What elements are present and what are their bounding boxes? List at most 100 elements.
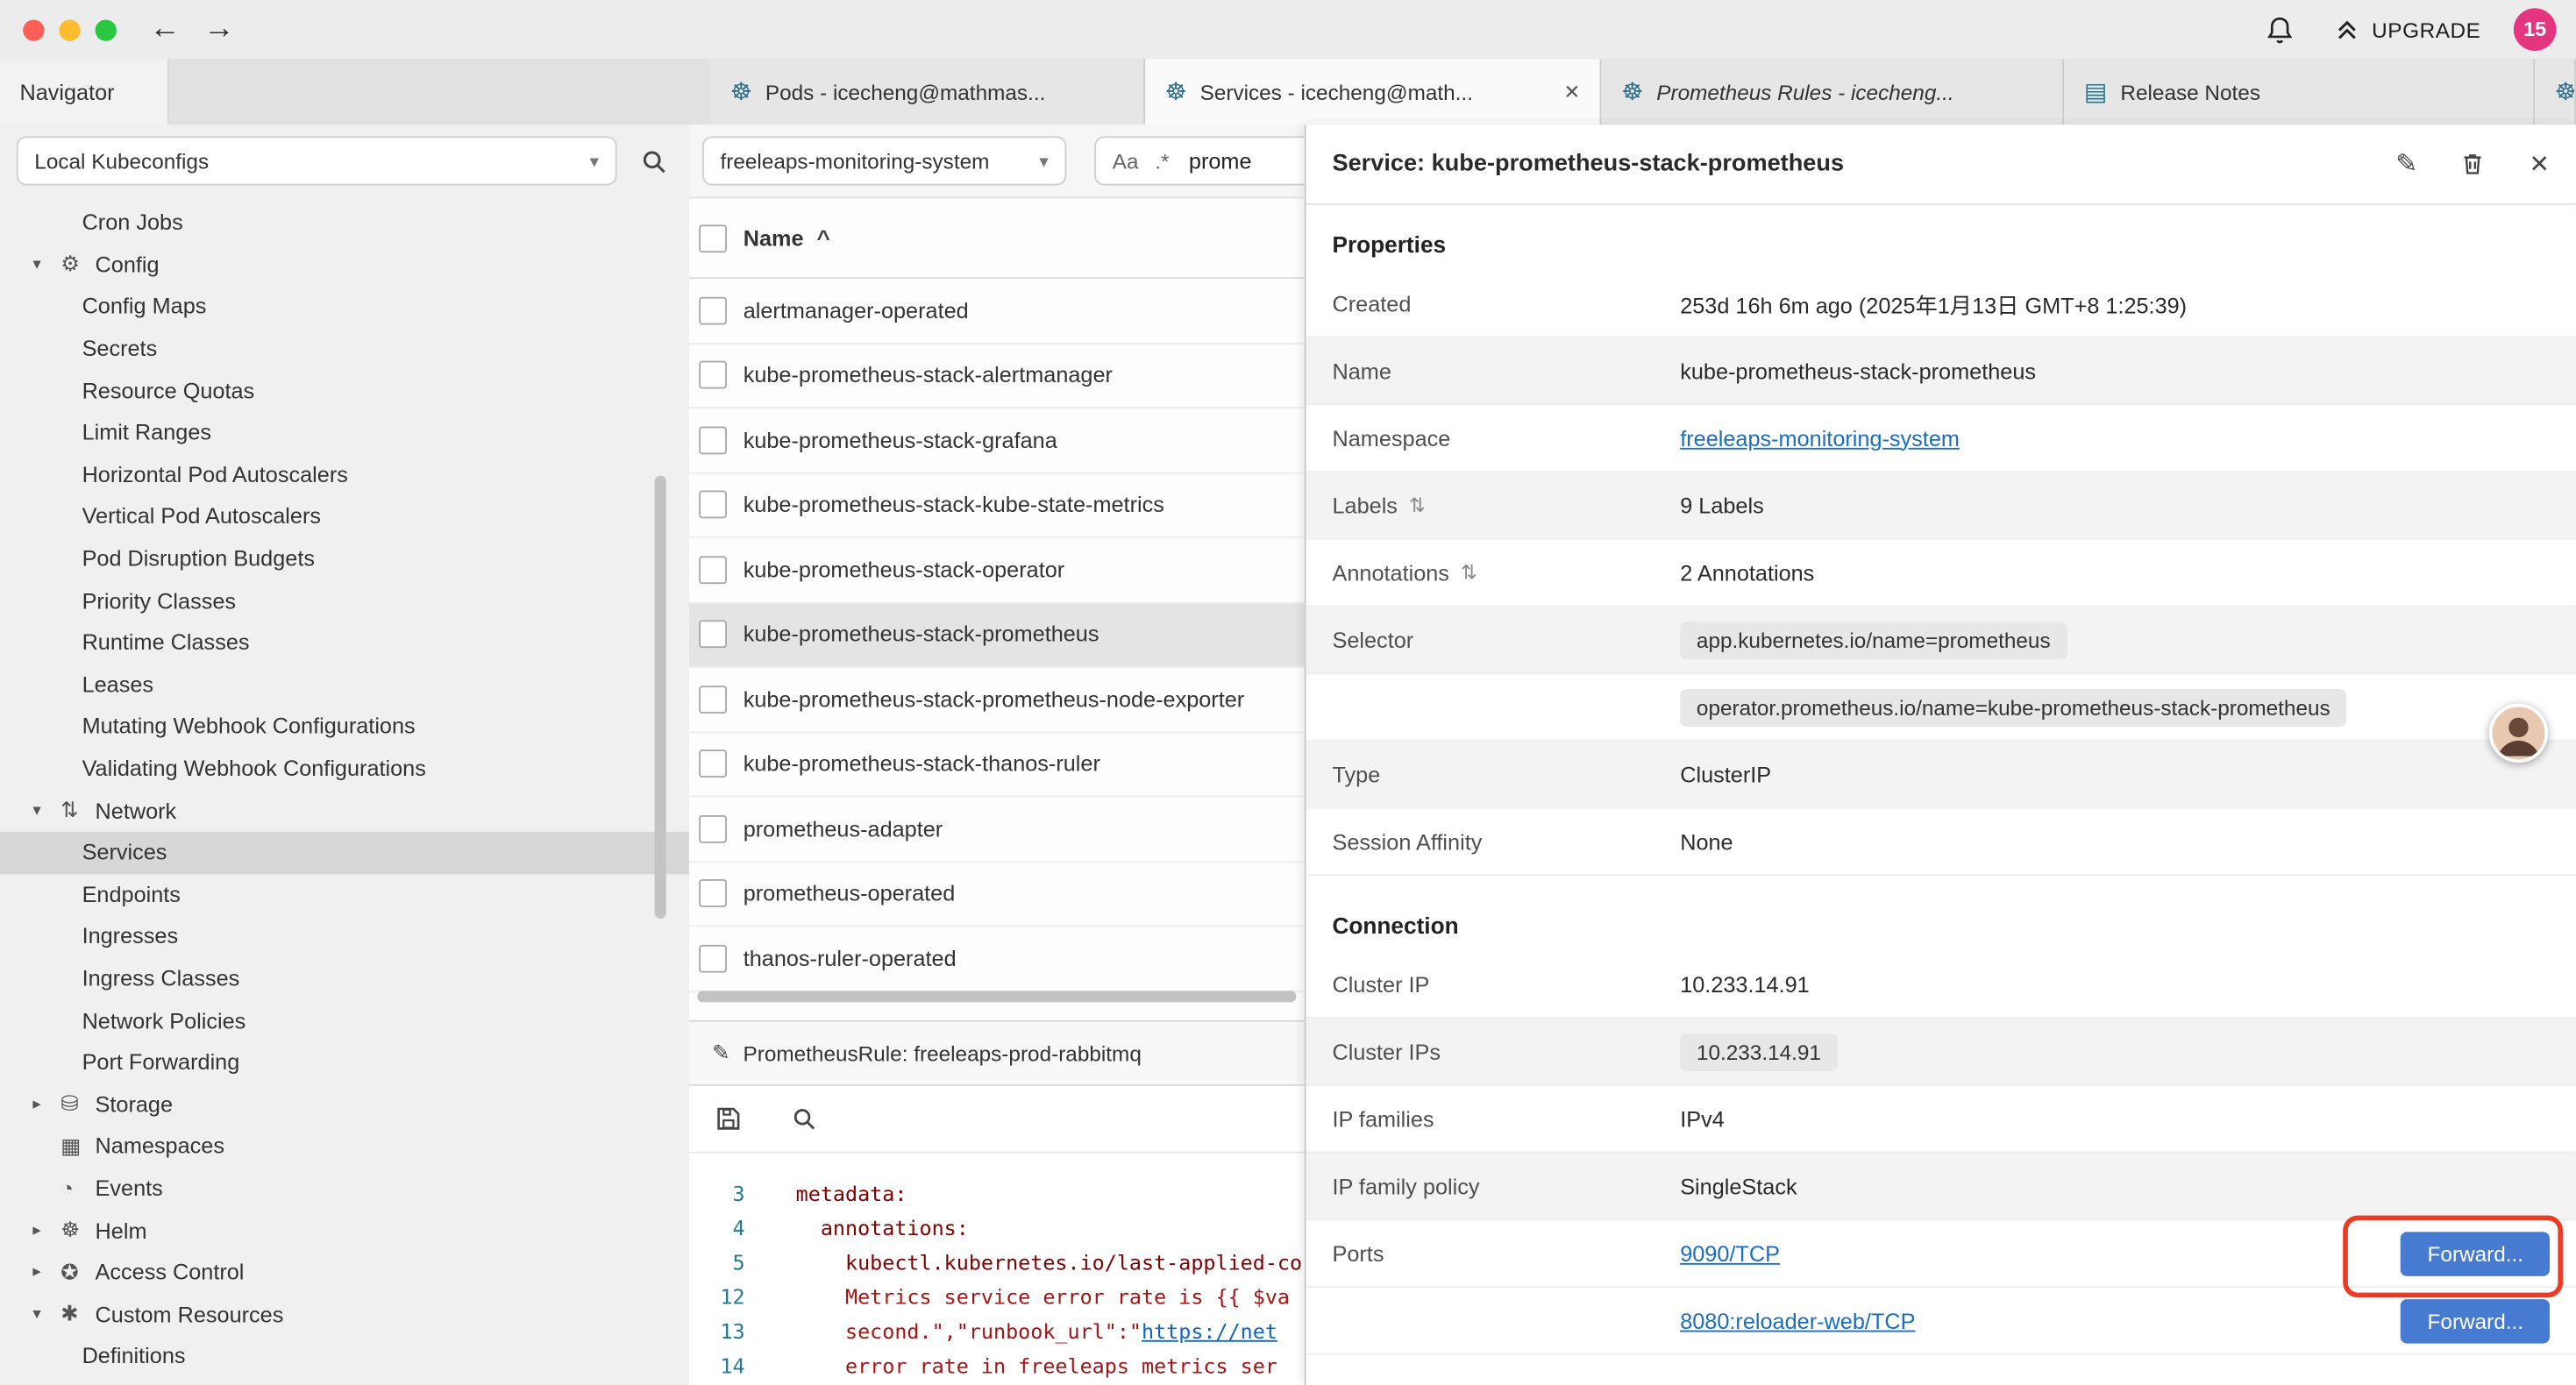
dock-tab[interactable]: ✎ PrometheusRule: freeleaps-prod-rabbitm… (689, 1022, 1305, 1084)
notifications-bell-icon[interactable] (2260, 10, 2300, 49)
table-row[interactable]: kube-prometheus-stack-prometheus (689, 603, 1305, 668)
minimize-window-button[interactable] (59, 19, 80, 40)
row-checkbox[interactable] (699, 361, 727, 389)
sidebar-item[interactable]: Definitions (0, 1335, 689, 1377)
drawer-row: operator.prometheus.io/name=kube-prometh… (1306, 674, 2576, 742)
table-header: Name (689, 198, 1305, 279)
table-row[interactable]: kube-prometheus-stack-prometheus-node-ex… (689, 668, 1305, 733)
yaml-editor[interactable]: 3 metadata: 4 annotations: 5 kubectl.kub… (689, 1154, 1305, 1383)
row-checkbox[interactable] (699, 944, 727, 972)
save-icon[interactable] (708, 1099, 748, 1139)
row-checkbox[interactable] (699, 815, 727, 843)
editor-tab[interactable]: ☸ Pods - icecheng@mathmas... (710, 59, 1145, 124)
table-row[interactable]: alertmanager-operated (689, 279, 1305, 344)
sidebar-item[interactable]: ▾ ⚙ Config (0, 244, 689, 286)
match-case-toggle[interactable]: Aa (1113, 148, 1139, 173)
sort-icon[interactable]: ⇅ (1409, 494, 1426, 516)
table-row[interactable]: kube-prometheus-stack-kube-state-metrics (689, 473, 1305, 538)
table-row[interactable]: prometheus-adapter (689, 797, 1305, 862)
table-row[interactable]: kube-prometheus-stack-grafana (689, 408, 1305, 473)
sidebar-item-label: Horizontal Pod Autoscalers (82, 462, 348, 487)
find-icon[interactable] (784, 1099, 823, 1139)
sidebar-item[interactable]: ▦ Namespaces (0, 1126, 689, 1168)
sidebar-item[interactable]: Pod Disruption Budgets (0, 537, 689, 579)
close-icon[interactable]: ✕ (1563, 81, 1580, 103)
sidebar-item-label: Network Policies (82, 1008, 246, 1033)
avatar[interactable] (2489, 704, 2548, 763)
row-label: Cluster IP (1332, 972, 1429, 997)
sort-icon[interactable]: ⇅ (1461, 561, 1477, 584)
chevron-icon (32, 1179, 60, 1197)
sidebar-item[interactable]: Validating Webhook Configurations (0, 748, 689, 790)
sidebar-item[interactable]: Network Policies (0, 999, 689, 1041)
edit-icon[interactable]: ✎ (2395, 147, 2417, 180)
search-box[interactable]: Aa .* (1094, 136, 1305, 185)
table-row[interactable]: kube-prometheus-stack-alertmanager (689, 344, 1305, 408)
notification-count-badge[interactable]: 15 (2514, 8, 2557, 51)
kubernetes-icon: ☸ (2555, 77, 2576, 107)
row-checkbox[interactable] (699, 750, 727, 778)
row-checkbox[interactable] (699, 879, 727, 907)
editor-tab[interactable]: ☸ Services - icecheng@math... ✕ (1145, 59, 1602, 124)
table-row[interactable]: kube-prometheus-stack-thanos-ruler (689, 733, 1305, 798)
row-label: Selector (1332, 628, 1413, 652)
sidebar-item[interactable]: Cron Jobs (0, 202, 689, 244)
horizontal-scrollbar[interactable] (697, 991, 1296, 1002)
namespace-filter-dropdown[interactable]: freeleaps-monitoring-system (702, 136, 1066, 185)
sidebar-item[interactable]: Leases (0, 664, 689, 706)
kubeconfig-selector[interactable]: Local Kubeconfigs (17, 136, 617, 185)
sidebar-scrollbar[interactable] (655, 476, 666, 919)
editor-tab[interactable]: ▤ Release Notes (2064, 59, 2535, 124)
row-checkbox[interactable] (699, 491, 727, 519)
sidebar-item[interactable]: Services (0, 832, 689, 874)
select-all-checkbox[interactable] (699, 224, 727, 252)
filter-bar: freeleaps-monitoring-system Aa .* (689, 124, 1305, 198)
forward-button[interactable]: Forward... (2402, 1231, 2550, 1275)
sidebar-item[interactable]: Mutating Webhook Configurations (0, 706, 689, 748)
row-checkbox[interactable] (699, 426, 727, 454)
row-checkbox[interactable] (699, 685, 727, 714)
sidebar-item[interactable]: ▾ ✱ Custom Resources (0, 1293, 689, 1335)
sidebar-item[interactable]: Secrets (0, 328, 689, 370)
forward-button[interactable]: Forward... (2402, 1298, 2550, 1343)
table-row[interactable]: kube-prometheus-stack-operator (689, 538, 1305, 603)
port-link[interactable]: 9090/TCP (1680, 1241, 1780, 1266)
sidebar-item[interactable]: ▾ ⇅ Network (0, 790, 689, 832)
sidebar-item[interactable]: ▸ ✪ Access Control (0, 1252, 689, 1294)
close-icon[interactable]: ✕ (2529, 149, 2550, 179)
sidebar-item[interactable]: ▸ ⛁ Storage (0, 1083, 689, 1126)
zoom-window-button[interactable] (96, 19, 117, 40)
port-link[interactable]: 8080:reloader-web/TCP (1680, 1308, 1915, 1332)
upgrade-button[interactable]: UPGRADE (2332, 16, 2480, 44)
sidebar-item[interactable]: Resource Quotas (0, 370, 689, 412)
table-row[interactable]: thanos-ruler-operated (689, 927, 1305, 991)
table-row[interactable]: prometheus-operated (689, 862, 1305, 927)
sidebar-item[interactable]: ▸ ☸ Helm (0, 1210, 689, 1252)
close-window-button[interactable] (23, 19, 44, 40)
sidebar-item[interactable]: Priority Classes (0, 579, 689, 621)
sidebar-item[interactable]: Horizontal Pod Autoscalers (0, 454, 689, 496)
sidebar-item[interactable]: Config Maps (0, 286, 689, 328)
editor-tab[interactable]: ☸ Prometheus Rules - icecheng... (1602, 59, 2065, 124)
sidebar-item[interactable]: Runtime Classes (0, 621, 689, 664)
search-input[interactable] (1185, 146, 1305, 174)
forward-button[interactable]: → (203, 0, 235, 59)
sidebar-item[interactable]: Port Forwarding (0, 1041, 689, 1083)
namespace-link[interactable]: freeleaps-monitoring-system (1680, 426, 1960, 451)
search-icon[interactable] (633, 141, 672, 181)
sidebar-item[interactable]: Ingress Classes (0, 957, 689, 999)
sidebar-item[interactable]: Limit Ranges (0, 412, 689, 454)
sidebar-item[interactable]: Ingresses (0, 915, 689, 957)
row-checkbox[interactable] (699, 556, 727, 584)
trash-icon[interactable] (2453, 145, 2493, 184)
sidebar-item[interactable]: ◔ Events (0, 1168, 689, 1210)
regex-toggle[interactable]: .* (1155, 148, 1169, 173)
sidebar-item[interactable]: Vertical Pod Autoscalers (0, 495, 689, 537)
editor-tab[interactable]: ☸ Argo Se (2535, 59, 2576, 124)
sidebar-item[interactable]: Endpoints (0, 873, 689, 915)
back-button[interactable]: ← (149, 0, 181, 59)
row-label: IP family policy (1332, 1174, 1479, 1198)
row-checkbox[interactable] (699, 296, 727, 324)
row-checkbox[interactable] (699, 621, 727, 649)
name-column-header[interactable]: Name (744, 225, 804, 250)
